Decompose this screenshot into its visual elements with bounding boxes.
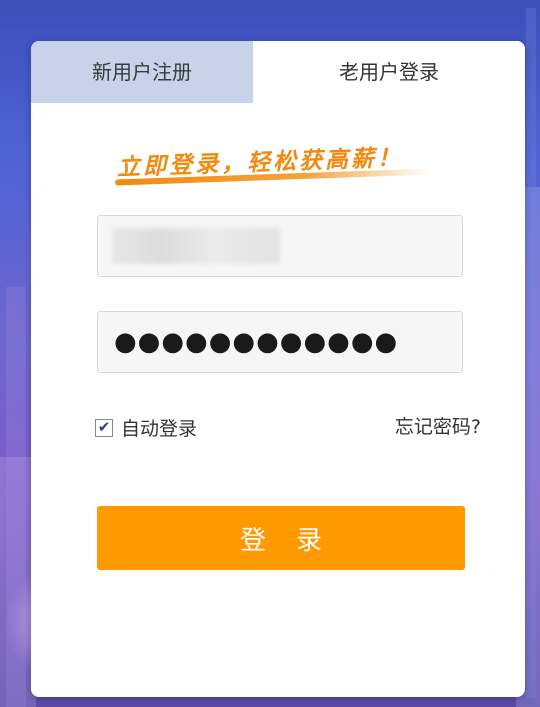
password-input[interactable] bbox=[98, 312, 462, 372]
watermark-url: jingyan.baidu.com bbox=[434, 678, 518, 689]
forgot-password-link[interactable]: 忘记密码? bbox=[395, 412, 481, 439]
login-button[interactable]: 登录 bbox=[97, 506, 465, 570]
username-input[interactable] bbox=[98, 216, 462, 276]
tab-register-label: 新用户注册 bbox=[92, 59, 192, 84]
watermark-brand: Baidu经验 bbox=[439, 661, 518, 680]
username-field[interactable] bbox=[97, 215, 463, 277]
password-field[interactable]: ●●●●●●●●●●●● bbox=[97, 311, 463, 373]
watermark: Baidu经验 jingyan.baidu.com bbox=[434, 661, 518, 689]
tab-login[interactable]: 老用户登录 bbox=[253, 41, 525, 103]
auto-login-option[interactable]: ✔ 自动登录 bbox=[95, 414, 197, 441]
tab-login-label: 老用户登录 bbox=[339, 59, 439, 84]
tab-register[interactable]: 新用户注册 bbox=[31, 41, 253, 103]
login-panel: 新用户注册 老用户登录 立即登录，轻松获高薪！ ●●●●●●●●●●●● ✔ 自… bbox=[31, 41, 525, 697]
background-building bbox=[526, 8, 536, 698]
background-building bbox=[6, 287, 26, 707]
auto-login-checkbox[interactable]: ✔ bbox=[95, 418, 113, 437]
auto-login-label: 自动登录 bbox=[121, 418, 198, 440]
